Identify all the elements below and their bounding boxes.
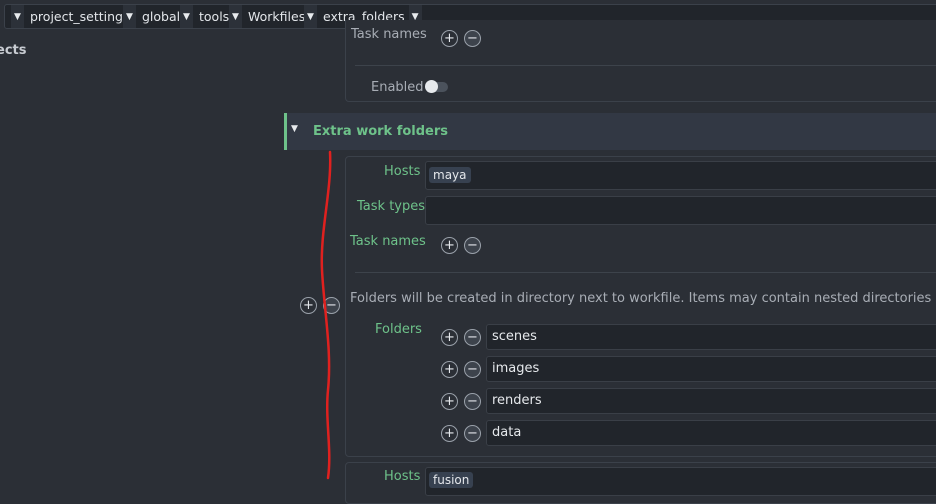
folder-value[interactable]: images	[492, 361, 539, 376]
triangle-down-icon[interactable]: ▼	[291, 124, 298, 134]
enabled-label: Enabled	[371, 80, 424, 95]
dropdown-arrow-icon[interactable]: ▼	[229, 5, 242, 28]
folder-value[interactable]: data	[492, 425, 521, 440]
divider	[355, 272, 936, 273]
folder-input[interactable]: scenes	[486, 324, 936, 350]
add-icon[interactable]: +	[441, 329, 458, 346]
section-title: Extra work folders	[313, 124, 449, 139]
folder-input[interactable]: renders	[486, 388, 936, 414]
collapsed-controls	[300, 27, 340, 31]
breadcrumb-item-global[interactable]: ▼ global	[123, 5, 184, 28]
add-icon[interactable]: +	[441, 30, 458, 47]
hosts-field[interactable]	[425, 467, 936, 496]
sidebar-label: ects	[0, 43, 27, 58]
folder-value[interactable]: renders	[492, 393, 542, 408]
remove-icon[interactable]: −	[464, 329, 481, 346]
hosts-label: Hosts	[384, 469, 421, 484]
add-icon[interactable]: +	[441, 237, 458, 254]
host-tag[interactable]: fusion	[429, 472, 474, 488]
breadcrumb-item-tools[interactable]: ▼ tools	[180, 5, 233, 28]
settings-sidebar	[0, 31, 284, 481]
add-icon[interactable]: +	[441, 393, 458, 410]
toggle-knob[interactable]	[425, 80, 438, 93]
breadcrumb-item-workfiles[interactable]: ▼ Workfiles	[229, 5, 309, 28]
task-names-label: Task names	[351, 27, 427, 42]
description-body: Folders will be created in directory nex…	[350, 291, 936, 306]
folder-value[interactable]: scenes	[492, 329, 537, 344]
remove-icon[interactable]: −	[464, 425, 481, 442]
breadcrumb-item-project-settings[interactable]: ▼ project_settings	[11, 5, 133, 28]
dropdown-arrow-icon[interactable]: ▼	[11, 5, 24, 28]
folder-input[interactable]: data	[486, 420, 936, 446]
annotation-stroke	[320, 150, 332, 480]
remove-icon[interactable]: −	[464, 361, 481, 378]
hosts-field[interactable]	[425, 161, 936, 190]
add-icon[interactable]: +	[441, 425, 458, 442]
folders-label: Folders	[375, 322, 422, 337]
dropdown-arrow-icon[interactable]: ▼	[180, 5, 193, 28]
task-names-label: Task names	[350, 234, 426, 249]
dropdown-arrow-icon[interactable]: ▼	[304, 5, 317, 28]
enabled-toggle[interactable]	[425, 80, 448, 93]
remove-icon[interactable]: −	[464, 237, 481, 254]
divider	[355, 65, 936, 66]
folder-input[interactable]: images	[486, 356, 936, 382]
toggle-track[interactable]	[425, 80, 448, 93]
task-types-label: Task types	[357, 199, 426, 214]
remove-icon[interactable]: −	[464, 30, 481, 47]
add-icon[interactable]: +	[441, 361, 458, 378]
host-tag[interactable]: maya	[429, 167, 471, 183]
dropdown-arrow-icon[interactable]: ▼	[123, 5, 136, 28]
description-text: Folders will be created in directory nex…	[350, 291, 936, 306]
hosts-label: Hosts	[384, 164, 421, 179]
task-types-field[interactable]	[425, 196, 936, 225]
remove-icon[interactable]: −	[464, 393, 481, 410]
